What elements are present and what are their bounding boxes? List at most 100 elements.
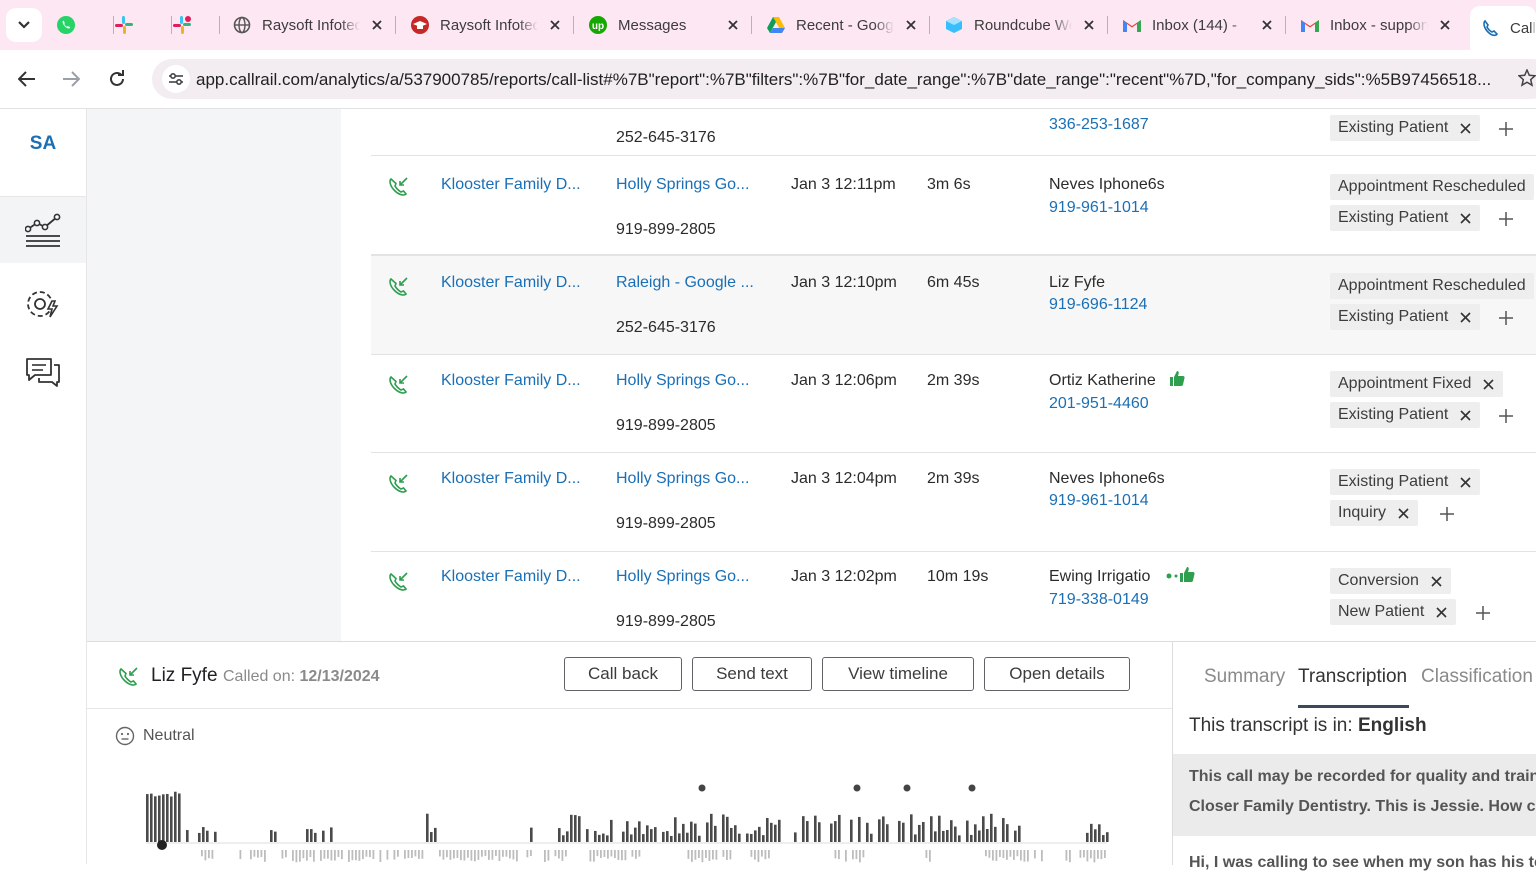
source-link[interactable]: Holly Springs Go...: [616, 372, 749, 390]
tab-classification[interactable]: Classification: [1421, 666, 1533, 688]
tracking-number: 919-899-2805: [616, 221, 716, 238]
send-text-button[interactable]: Send text: [692, 657, 812, 691]
tab-search-button[interactable]: [6, 8, 42, 42]
company-link[interactable]: Klooster Family D...: [441, 470, 581, 488]
waveform-bar: [1002, 850, 1005, 859]
table-row[interactable]: Klooster Family D... Holly Springs Go...…: [371, 156, 1536, 255]
source-link[interactable]: Holly Springs Go...: [616, 176, 749, 194]
table-row[interactable]: 336-253-1687 252-645-3176 Existing Patie…: [371, 109, 1536, 156]
url-text[interactable]: app.callrail.com/analytics/a/537900785/r…: [196, 70, 1491, 90]
add-tag-icon[interactable]: [1498, 211, 1514, 227]
waveform-bar: [838, 850, 840, 860]
bookmark-star-icon[interactable]: [1517, 68, 1536, 92]
waveform-marker[interactable]: [968, 784, 976, 792]
company-link[interactable]: Klooster Family D...: [441, 274, 581, 292]
waveform-bar: [322, 830, 325, 842]
tab-whatsapp[interactable]: [56, 6, 114, 44]
waveform-bar: [1020, 850, 1022, 861]
waveform-marker[interactable]: [698, 784, 706, 792]
reload-button[interactable]: [100, 62, 134, 96]
playhead-handle[interactable]: [157, 840, 167, 850]
table-row[interactable]: Klooster Family D... Holly Springs Go...…: [371, 551, 1536, 641]
tab-roundcube[interactable]: Roundcube Webmail: [944, 6, 1108, 44]
source-link[interactable]: Holly Springs Go...: [616, 470, 749, 488]
tab-gmail-support[interactable]: Inbox - support: [1300, 6, 1464, 44]
add-tag-icon[interactable]: [1498, 121, 1514, 137]
tab-raysoft-2[interactable]: Raysoft Infotech: [410, 6, 574, 44]
remove-tag-icon[interactable]: [1483, 378, 1495, 390]
tab-slack-2[interactable]: [172, 6, 220, 44]
audio-waveform[interactable]: [142, 782, 1112, 865]
tab-slack-1[interactable]: [114, 6, 172, 44]
table-row[interactable]: Klooster Family D... Holly Springs Go...…: [371, 453, 1536, 552]
nav-conversations[interactable]: [0, 339, 86, 405]
waveform-bar: [834, 821, 837, 842]
tracking-number: 919-899-2805: [616, 515, 716, 532]
caller-phone[interactable]: 336-253-1687: [1049, 116, 1149, 134]
waveform-bar: [910, 814, 913, 842]
browser-tab-strip: Raysoft Infotech Raysoft Infotech up Mes…: [0, 0, 1536, 50]
tab-raysoft-1[interactable]: Raysoft Infotech: [232, 6, 396, 44]
tab-gmail-inbox-144[interactable]: Inbox (144) -: [1122, 6, 1286, 44]
caller-phone[interactable]: 919-961-1014: [1049, 492, 1149, 510]
tab-google-drive[interactable]: Recent - Google Drive: [766, 6, 930, 44]
waveform-bar: [570, 814, 573, 842]
company-link[interactable]: Klooster Family D...: [441, 372, 581, 390]
close-tab-icon[interactable]: [724, 16, 742, 34]
waveform-bar: [701, 850, 704, 863]
account-avatar[interactable]: SA: [0, 133, 86, 155]
caller-phone[interactable]: 201-951-4460: [1049, 395, 1149, 413]
close-tab-icon[interactable]: [1436, 16, 1454, 34]
caller-phone[interactable]: 919-961-1014: [1049, 199, 1149, 217]
table-row[interactable]: Klooster Family D... Holly Springs Go...…: [371, 354, 1536, 453]
add-tag-icon[interactable]: [1439, 506, 1455, 522]
caller-phone[interactable]: 719-338-0149: [1049, 591, 1149, 609]
remove-tag-icon[interactable]: [1436, 606, 1448, 618]
call-back-button[interactable]: Call back: [564, 657, 682, 691]
remove-tag-icon[interactable]: [1460, 212, 1472, 224]
source-link[interactable]: Holly Springs Go...: [616, 568, 749, 586]
tab-summary[interactable]: Summary: [1204, 666, 1285, 688]
remove-tag-icon[interactable]: [1460, 311, 1472, 323]
tab-callrail-active[interactable]: Call: [1470, 6, 1536, 50]
waveform-bar: [946, 829, 949, 842]
add-tag-icon[interactable]: [1475, 605, 1491, 621]
close-tab-icon[interactable]: [546, 16, 564, 34]
remove-tag-icon[interactable]: [1460, 409, 1472, 421]
close-tab-icon[interactable]: [1258, 16, 1276, 34]
tab-messages[interactable]: up Messages: [588, 6, 752, 44]
source-link[interactable]: Raleigh - Google ...: [616, 274, 754, 292]
table-row[interactable]: Klooster Family D... Raleigh - Google ..…: [371, 255, 1536, 355]
waveform-marker[interactable]: [903, 784, 911, 792]
nav-analytics[interactable]: [0, 197, 86, 263]
waveform-bar: [202, 827, 205, 842]
address-bar[interactable]: app.callrail.com/analytics/a/537900785/r…: [152, 59, 1536, 99]
remove-tag-icon[interactable]: [1460, 476, 1472, 488]
waveform-bar: [646, 825, 649, 842]
waveform-marker[interactable]: [853, 784, 861, 792]
thumbs-up-icon: [1170, 371, 1185, 386]
inbound-call-icon: [389, 277, 408, 296]
waveform-bar: [757, 850, 760, 863]
close-tab-icon[interactable]: [1080, 16, 1098, 34]
close-tab-icon[interactable]: [902, 16, 920, 34]
add-tag-icon[interactable]: [1498, 408, 1514, 424]
tab-transcription[interactable]: Transcription: [1298, 666, 1407, 688]
caller-phone[interactable]: 919-696-1124: [1049, 296, 1147, 314]
remove-tag-icon[interactable]: [1431, 575, 1443, 587]
back-button[interactable]: [10, 62, 44, 96]
forward-button[interactable]: [54, 62, 88, 96]
remove-tag-icon[interactable]: [1398, 507, 1410, 519]
waveform-bar: [674, 817, 677, 842]
site-info-icon[interactable]: [162, 65, 190, 93]
waveform-bar: [750, 850, 753, 857]
sentiment-indicator: Neutral: [115, 726, 195, 746]
remove-tag-icon[interactable]: [1460, 122, 1472, 134]
add-tag-icon[interactable]: [1498, 310, 1514, 326]
company-link[interactable]: Klooster Family D...: [441, 568, 581, 586]
view-timeline-button[interactable]: View timeline: [822, 657, 974, 691]
nav-settings[interactable]: [0, 271, 86, 337]
close-tab-icon[interactable]: [368, 16, 386, 34]
company-link[interactable]: Klooster Family D...: [441, 176, 581, 194]
open-details-button[interactable]: Open details: [984, 657, 1130, 691]
